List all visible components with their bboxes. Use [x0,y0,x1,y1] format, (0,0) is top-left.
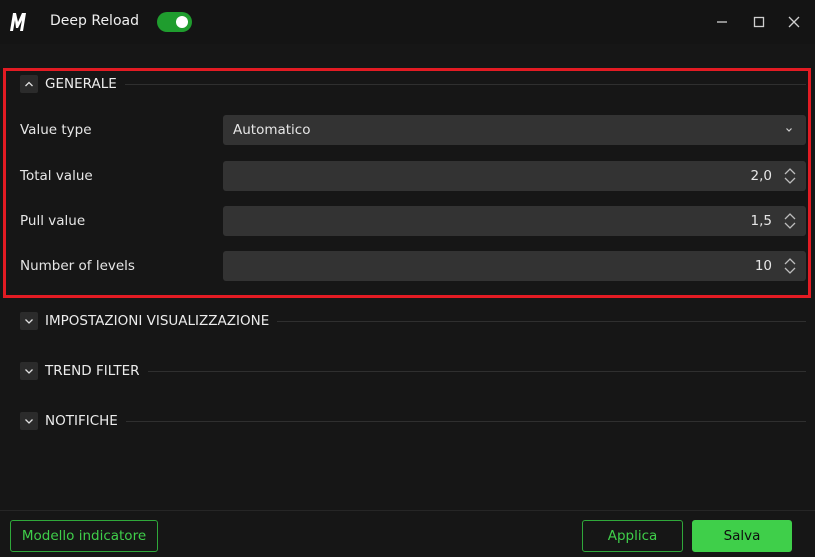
apply-button[interactable]: Applica [582,520,683,552]
section-divider [277,320,806,322]
number-of-levels-label: Number of levels [20,258,135,274]
value-type-label: Value type [20,122,92,138]
chevron-up-icon [25,81,33,87]
pull-value-field [223,206,806,236]
spinner-updown-icon[interactable] [783,166,797,186]
section-header-notifiche[interactable]: NOTIFICHE [20,410,806,432]
section-title: TREND FILTER [45,363,140,379]
number-of-levels-input[interactable] [223,251,774,281]
save-button[interactable]: Salva [692,520,792,552]
section-title: IMPOSTAZIONI VISUALIZZAZIONE [45,313,270,329]
section-header-impostazioni-visualizzazione[interactable]: IMPOSTAZIONI VISUALIZZAZIONE [20,310,806,332]
spinner-updown-icon[interactable] [783,256,797,276]
section-divider [147,370,806,372]
pull-value-label: Pull value [20,213,86,229]
minimize-button[interactable] [712,12,732,32]
app-logo-icon [10,13,26,31]
number-of-levels-field [223,251,806,281]
chevron-down-icon [786,128,792,132]
expand-toggle[interactable] [20,412,38,430]
collapse-toggle[interactable] [20,75,38,93]
total-value-input[interactable] [223,161,774,191]
value-type-select[interactable]: Automatico [223,115,806,145]
app-title: Deep Reload [50,13,139,29]
minimize-icon [717,21,727,23]
section-title: NOTIFICHE [45,413,118,429]
footer-divider [0,510,815,511]
chevron-down-icon [25,319,33,324]
expand-toggle[interactable] [20,312,38,330]
maximize-icon [753,16,765,28]
indicator-template-button[interactable]: Modello indicatore [10,520,158,552]
chevron-down-icon [25,419,33,424]
maximize-button[interactable] [749,12,769,32]
chevron-down-icon [25,369,33,374]
expand-toggle[interactable] [20,362,38,380]
section-divider [125,420,806,422]
close-icon [788,16,800,28]
title-bar: Deep Reload [0,0,815,44]
total-value-label: Total value [20,168,93,184]
close-button[interactable] [784,12,804,32]
section-divider [124,83,806,85]
total-value-field [223,161,806,191]
value-type-selected: Automatico [233,122,311,138]
section-header-trend-filter[interactable]: TREND FILTER [20,360,806,382]
section-header-generale[interactable]: GENERALE [20,73,806,95]
spinner-updown-icon[interactable] [783,211,797,231]
indicator-enable-toggle[interactable] [157,12,192,32]
toggle-knob [176,16,188,28]
section-title: GENERALE [45,76,117,92]
pull-value-input[interactable] [223,206,774,236]
